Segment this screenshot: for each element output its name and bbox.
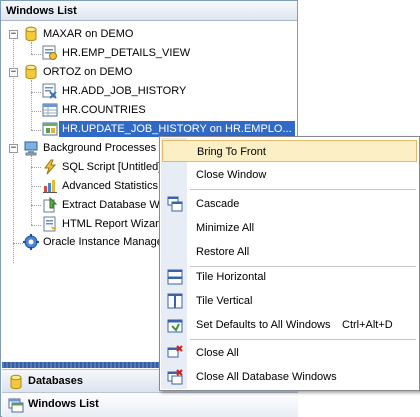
cascade-icon [167, 196, 183, 212]
menu-item-cascade[interactable]: Cascade [162, 193, 417, 215]
menu-item-label: Restore All [196, 246, 250, 258]
collapse-toggle[interactable]: − [9, 144, 18, 153]
menu-item-tile-horizontal[interactable]: Tile Horizontal [162, 266, 417, 288]
process-name: Advanced Statistics [62, 180, 158, 192]
tab-label: Windows List [28, 398, 99, 410]
report-icon [43, 216, 57, 232]
menu-item-label: Bring To Front [197, 146, 266, 158]
tree-node-window[interactable]: HR.COUNTRIES [1, 101, 297, 119]
tree-node-window[interactable]: HR.EMP_DETAILS_VIEW [1, 44, 297, 62]
view-icon [42, 45, 57, 60]
tab-label: Databases [28, 375, 84, 387]
server-name: MAXAR on DEMO [43, 28, 134, 40]
table-icon [42, 103, 58, 117]
menu-item-label: Close All Database Windows [196, 371, 337, 383]
oracle-name: Oracle Instance Manage [43, 236, 163, 248]
menu-item-label: Cascade [196, 198, 240, 210]
menu-item-label: Close Window [196, 169, 267, 181]
menu-item-label: Set Defaults to All Windows [196, 319, 331, 331]
database-icon [25, 26, 37, 42]
menu-item-label: Close All [196, 347, 239, 359]
menu-separator [190, 189, 416, 190]
tree-node-window[interactable]: HR.ADD_JOB_HISTORY [1, 82, 297, 100]
tile-vertical-icon [167, 293, 183, 309]
menu-item-close-all-database-windows[interactable]: Close All Database Windows [162, 366, 417, 388]
tab-windows-list[interactable]: Windows List [2, 393, 298, 417]
procedure-icon [42, 83, 57, 99]
menu-item-shortcut: Ctrl+Alt+D [342, 319, 393, 331]
process-name: SQL Script [Untitled] [62, 161, 162, 173]
menu-item-close-window[interactable]: Close Window [162, 164, 417, 186]
windows-list-icon [8, 398, 24, 413]
menu-item-tile-vertical[interactable]: Tile Vertical [162, 290, 417, 312]
tree-node-server[interactable]: − MAXAR on DEMO [1, 25, 297, 43]
menu-item-label: Tile Horizontal [196, 271, 266, 283]
menu-item-label: Tile Vertical [196, 295, 253, 307]
database-icon [25, 64, 37, 80]
server-name: ORTOZ on DEMO [43, 66, 133, 78]
menu-separator [190, 339, 416, 340]
trigger-icon [42, 122, 58, 136]
tile-horizontal-icon [167, 269, 183, 285]
collapse-toggle[interactable]: − [9, 30, 18, 39]
close-all-db-icon [167, 369, 183, 385]
collapse-toggle[interactable]: − [9, 68, 18, 77]
lightning-icon [44, 159, 57, 175]
extract-icon [43, 197, 58, 213]
menu-item-bring-to-front[interactable]: Bring To Front [162, 140, 417, 162]
databases-icon [10, 374, 22, 390]
window-name: HR.EMP_DETAILS_VIEW [62, 47, 191, 59]
set-defaults-icon [167, 319, 183, 333]
context-menu: Bring To Front Close Window Cascade Mini… [159, 136, 420, 391]
window-name: HR.COUNTRIES [62, 104, 146, 116]
window-name-selected: HR.UPDATE_JOB_HISTORY on HR.EMPLO... [59, 121, 295, 137]
menu-item-label: Minimize All [196, 222, 255, 234]
window-name: HR.ADD_JOB_HISTORY [62, 85, 187, 97]
close-all-icon [167, 345, 183, 358]
menu-item-set-defaults[interactable]: Set Defaults to All Windows Ctrl+Alt+D [162, 314, 417, 336]
menu-item-restore-all[interactable]: Restore All [162, 241, 417, 263]
group-name: Background Processes [43, 142, 157, 154]
instance-manager-icon [23, 234, 39, 250]
menu-item-close-all[interactable]: Close All [162, 342, 417, 364]
process-name: Extract Database W [62, 199, 160, 211]
computer-icon [24, 141, 38, 156]
process-name: HTML Report Wizard [62, 218, 165, 230]
tree-node-server[interactable]: − ORTOZ on DEMO [1, 63, 297, 81]
statistics-icon [43, 180, 57, 193]
panel-title: Windows List [1, 1, 297, 21]
menu-item-minimize-all[interactable]: Minimize All [162, 217, 417, 239]
